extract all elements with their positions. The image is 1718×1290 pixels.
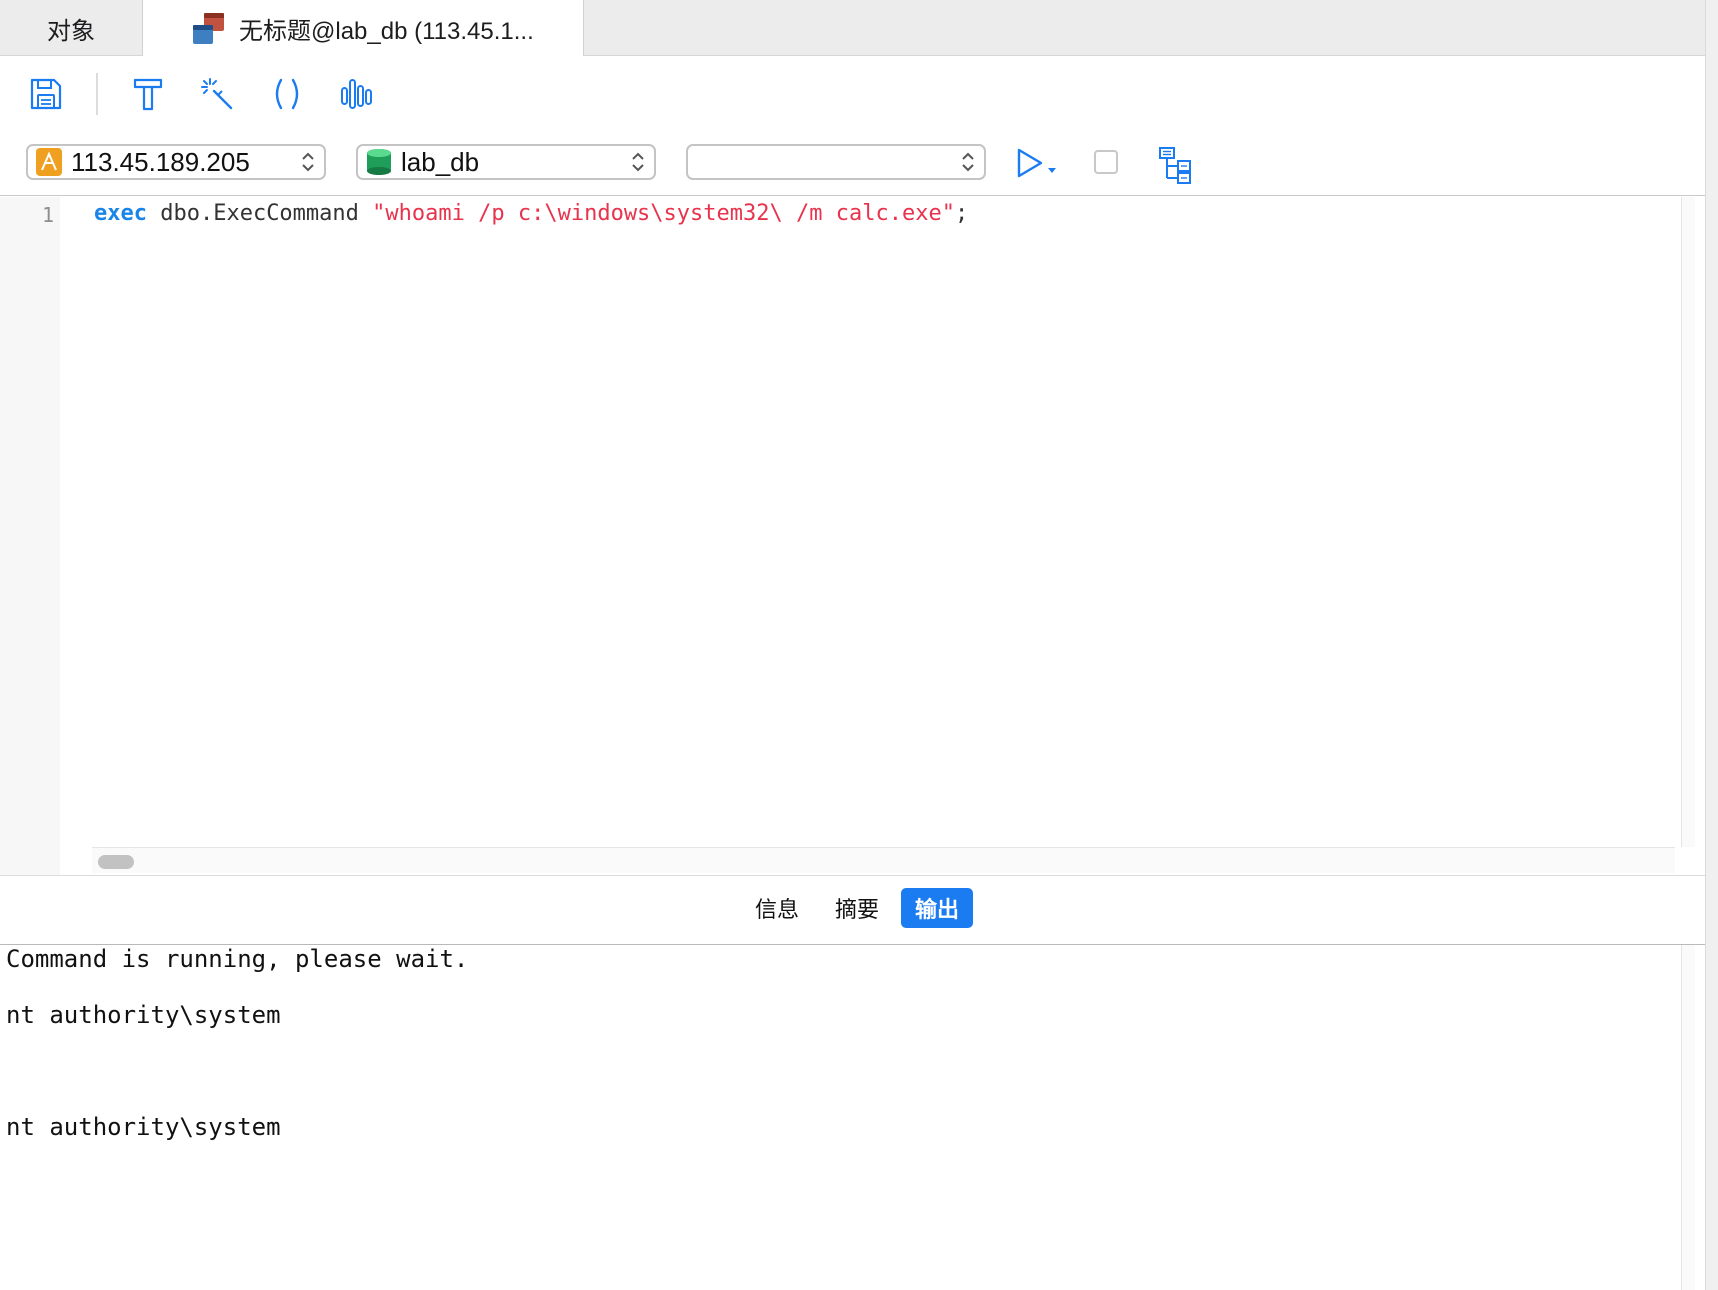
tab-info[interactable]: 信息 bbox=[741, 888, 813, 928]
run-button[interactable] bbox=[1016, 146, 1058, 186]
waveform-icon bbox=[341, 79, 372, 109]
editor-toolbar bbox=[0, 56, 1705, 134]
output-vertical-scrollbar[interactable] bbox=[1681, 945, 1695, 1290]
connection-icon bbox=[36, 148, 62, 176]
beautify-icon bbox=[201, 78, 233, 110]
tab-output[interactable]: 输出 bbox=[901, 888, 974, 928]
tab-objects[interactable]: 对象 bbox=[0, 0, 143, 56]
connection-select[interactable]: 113.45.189.205 bbox=[26, 144, 326, 180]
play-icon bbox=[1017, 148, 1056, 178]
tab-objects-label: 对象 bbox=[47, 17, 95, 45]
database-select[interactable]: lab_db bbox=[356, 144, 656, 180]
parentheses-button[interactable] bbox=[267, 74, 307, 114]
stop-button[interactable] bbox=[1094, 150, 1118, 174]
tab-bar: 对象 无标题@lab_db (113.45.1... bbox=[0, 0, 1718, 57]
beautify-button[interactable] bbox=[197, 74, 237, 114]
tree-icon bbox=[1159, 147, 1191, 184]
tab-query[interactable]: 无标题@lab_db (113.45.1... bbox=[143, 0, 584, 57]
connection-toolbar: 113.45.189.205 lab_db bbox=[0, 134, 1705, 196]
save-button[interactable] bbox=[26, 74, 66, 114]
chevron-updown-icon bbox=[302, 152, 314, 172]
chevron-updown-icon bbox=[962, 152, 974, 172]
format-button[interactable] bbox=[128, 74, 168, 114]
code-line[interactable]: exec dbo.ExecCommand "whoami /p c:\windo… bbox=[94, 201, 968, 226]
result-tab-bar: 信息 摘要 输出 bbox=[0, 875, 1705, 945]
toolbar-separator bbox=[96, 73, 98, 115]
output-panel: Command is running, please wait. nt auth… bbox=[0, 945, 1705, 1290]
database-icon bbox=[366, 148, 392, 176]
analyze-button[interactable] bbox=[337, 74, 377, 114]
schema-select[interactable] bbox=[686, 144, 986, 180]
output-line: nt authority\system bbox=[6, 1113, 281, 1141]
save-icon bbox=[30, 78, 62, 110]
sql-terminator: ; bbox=[954, 201, 969, 226]
connection-value: 113.45.189.205 bbox=[71, 146, 250, 177]
line-number: 1 bbox=[41, 203, 54, 227]
query-icon bbox=[191, 12, 227, 46]
tab-query-label: 无标题@lab_db (113.45.1... bbox=[239, 18, 534, 45]
line-gutter: 1 bbox=[0, 197, 60, 875]
sql-object: dbo.ExecCommand bbox=[146, 201, 373, 226]
window-edge bbox=[1705, 0, 1718, 1290]
database-value: lab_db bbox=[401, 146, 480, 177]
parentheses-icon bbox=[275, 78, 299, 110]
output-line: Command is running, please wait. bbox=[6, 945, 469, 973]
format-icon bbox=[133, 78, 163, 111]
sql-editor[interactable]: 1 exec dbo.ExecCommand "whoami /p c:\win… bbox=[0, 197, 1705, 875]
tab-summary[interactable]: 摘要 bbox=[821, 888, 893, 928]
output-line: nt authority\system bbox=[6, 1001, 281, 1029]
editor-horizontal-scrollbar[interactable] bbox=[92, 847, 1675, 873]
chevron-updown-icon bbox=[632, 152, 644, 172]
scrollbar-thumb[interactable] bbox=[98, 855, 134, 869]
editor-vertical-scrollbar[interactable] bbox=[1681, 197, 1695, 847]
sql-keyword: exec bbox=[94, 201, 147, 226]
explain-button[interactable] bbox=[1158, 146, 1194, 184]
sql-string: "whoami /p c:\windows\system32\ /m calc.… bbox=[372, 201, 955, 226]
